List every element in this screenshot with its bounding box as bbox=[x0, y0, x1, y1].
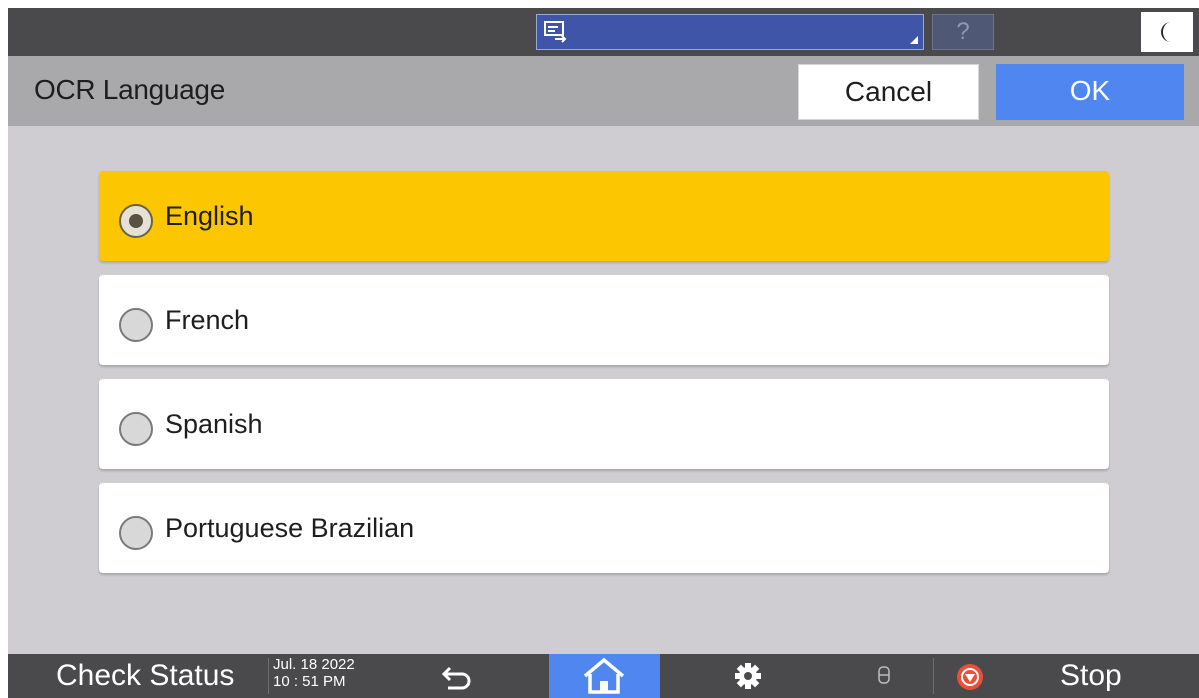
option-label: English bbox=[165, 201, 254, 231]
page-title: OCR Language bbox=[34, 74, 225, 105]
date: Jul. 18 2022 bbox=[273, 656, 355, 673]
language-option-list: English French Spanish Portuguese Brazil… bbox=[99, 171, 1109, 587]
option-label: Portuguese Brazilian bbox=[165, 513, 415, 543]
energy-saver-button[interactable] bbox=[1141, 12, 1193, 52]
option-label: French bbox=[165, 305, 250, 335]
header: OCR Language Cancel OK bbox=[8, 56, 1199, 126]
back-arrow-icon bbox=[441, 666, 471, 690]
app-switch-button[interactable] bbox=[536, 14, 924, 50]
option-spanish[interactable]: Spanish bbox=[99, 379, 1109, 469]
cancel-button[interactable]: Cancel bbox=[798, 64, 979, 120]
stop-button[interactable]: Stop bbox=[1060, 654, 1122, 698]
back-button[interactable] bbox=[428, 654, 488, 698]
help-button[interactable]: ? bbox=[932, 14, 994, 50]
settings-button[interactable] bbox=[718, 654, 778, 698]
system-bar: ? bbox=[8, 8, 1199, 56]
option-french[interactable]: French bbox=[99, 275, 1109, 365]
check-status-button[interactable]: Check Status bbox=[8, 654, 268, 698]
ok-button[interactable]: OK bbox=[996, 64, 1184, 120]
home-button[interactable] bbox=[549, 654, 660, 698]
bottom-bar: Check Status Jul. 18 2022 10 : 51 PM Sto… bbox=[8, 654, 1199, 698]
gear-icon bbox=[735, 663, 761, 689]
option-label: Spanish bbox=[165, 409, 263, 439]
time: 10 : 51 PM bbox=[273, 673, 346, 690]
home-icon bbox=[583, 657, 625, 694]
stop-icon[interactable] bbox=[956, 663, 984, 696]
dropdown-corner-icon bbox=[910, 36, 918, 44]
date-time: Jul. 18 2022 10 : 51 PM bbox=[273, 656, 355, 690]
screen: ? OCR Language Cancel OK English French … bbox=[8, 8, 1199, 698]
screen-switch-icon bbox=[543, 19, 569, 45]
moon-icon bbox=[1161, 22, 1171, 42]
radio-button[interactable] bbox=[119, 204, 153, 238]
option-portuguese-brazilian[interactable]: Portuguese Brazilian bbox=[99, 483, 1109, 573]
radio-button[interactable] bbox=[119, 516, 153, 550]
data-indicator-icon bbox=[878, 664, 890, 691]
radio-button[interactable] bbox=[119, 308, 153, 342]
radio-button[interactable] bbox=[119, 412, 153, 446]
divider bbox=[268, 658, 269, 694]
option-english[interactable]: English bbox=[99, 171, 1109, 261]
divider bbox=[933, 658, 934, 694]
